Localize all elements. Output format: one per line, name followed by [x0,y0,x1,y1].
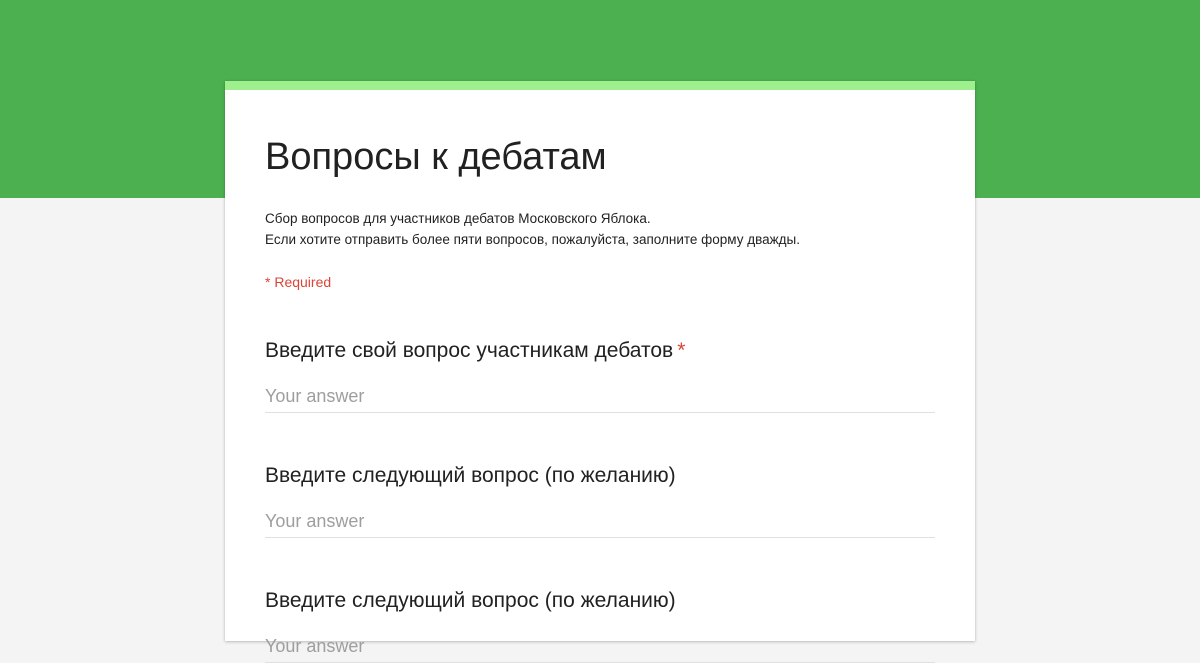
question-2-label: Введите следующий вопрос (по желанию) [265,464,676,487]
question-2-title: Введите следующий вопрос (по желанию) [265,463,935,489]
form-title: Вопросы к дебатам [265,136,607,178]
question-2: Введите следующий вопрос (по желанию) [265,463,935,538]
question-3-title: Введите следующий вопрос (по желанию) [265,588,935,614]
question-3: Введите следующий вопрос (по желанию) [265,588,935,663]
form-accent-bar [225,81,975,90]
form-description: Сбор вопросов для участников дебатов Мос… [265,208,800,250]
form-description-line-2: Если хотите отправить более пяти вопросо… [265,232,800,247]
required-note: * Required [265,274,332,290]
question-1-title: Введите свой вопрос участникам дебатов * [265,338,935,364]
question-1: Введите свой вопрос участникам дебатов * [265,338,935,413]
question-1-label: Введите свой вопрос участникам дебатов [265,339,674,362]
form-description-line-1: Сбор вопросов для участников дебатов Мос… [265,211,651,226]
form-card: Вопросы к дебатам Сбор вопросов для учас… [225,81,975,663]
question-2-answer-input[interactable] [265,506,935,538]
question-1-answer-input[interactable] [265,381,935,413]
question-3-answer-input[interactable] [265,631,935,663]
question-3-label: Введите следующий вопрос (по желанию) [265,589,676,612]
required-star: * [677,339,686,362]
